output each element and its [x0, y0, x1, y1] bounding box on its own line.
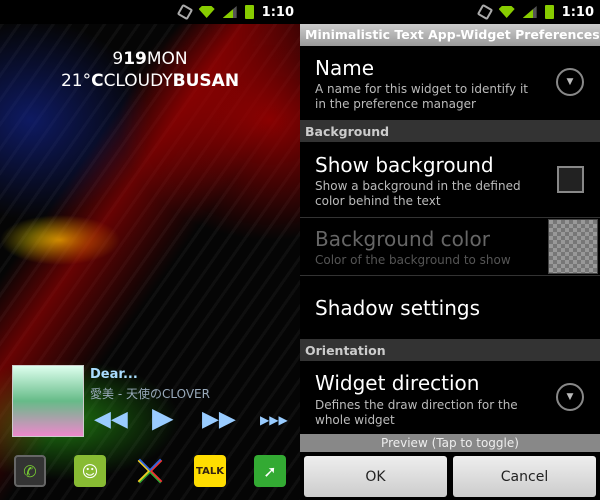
pref-summary: Defines the draw direction for the whole… — [315, 398, 518, 427]
date-line: 919MON — [112, 49, 188, 69]
category-background: Background — [300, 121, 600, 142]
status-time: 1:10 — [561, 4, 594, 20]
status-bar: 1:10 — [300, 0, 600, 24]
launcher-icon[interactable] — [127, 448, 172, 493]
song-title: Dear... — [90, 367, 138, 382]
pref-summary: A name for this widget to identify it in… — [315, 82, 528, 111]
phone-icon[interactable]: ✆ — [14, 455, 46, 487]
wifi-icon — [498, 6, 515, 18]
weather-line: 21°CCLOUDYBUSAN — [60, 71, 240, 91]
fast-forward-icon[interactable]: ▶▶ — [202, 407, 236, 432]
battery-icon — [544, 5, 554, 19]
dock: ✆ ☺ TALK ➚ — [0, 455, 300, 487]
color-swatch — [548, 219, 598, 274]
signal-icon — [522, 6, 537, 18]
preview-toggle[interactable]: Preview (Tap to toggle) — [300, 434, 600, 452]
dropdown-icon[interactable]: ▼ — [556, 68, 584, 96]
text-widget[interactable]: 919MON 21°CCLOUDYBUSAN — [0, 48, 300, 92]
vibrate-icon — [176, 3, 193, 21]
show-background-checkbox[interactable] — [557, 166, 584, 193]
battery-icon — [244, 5, 254, 19]
window-title: Minimalistic Text App-Widget Preferences — [300, 24, 600, 46]
pref-title: Shadow settings — [315, 296, 481, 320]
play-icon[interactable]: ▶ — [152, 401, 174, 434]
status-time: 1:10 — [261, 4, 294, 20]
album-art[interactable] — [12, 365, 84, 437]
wifi-icon — [198, 6, 215, 18]
pref-summary: Show a background in the defined color b… — [315, 179, 521, 208]
signal-icon — [222, 6, 237, 18]
vibrate-icon — [476, 3, 493, 21]
dropdown-icon[interactable]: ▼ — [556, 383, 584, 411]
messaging-icon[interactable]: ☺ — [74, 455, 106, 487]
pref-title: Background color — [315, 227, 490, 251]
ok-button[interactable]: OK — [304, 456, 447, 497]
pref-background-color: Background color Color of the background… — [300, 218, 600, 276]
pref-title: Widget direction — [315, 371, 480, 395]
cancel-button[interactable]: Cancel — [453, 456, 596, 497]
preferences-screen: 1:10 Minimalistic Text App-Widget Prefer… — [300, 0, 600, 500]
dolphin-browser-icon[interactable]: ➚ — [254, 455, 286, 487]
pref-show-background[interactable]: Show background Show a background in the… — [300, 142, 600, 218]
kakaotalk-icon[interactable]: TALK — [194, 455, 226, 487]
song-artist: 愛美 - 天使のCLOVER — [90, 387, 210, 401]
pref-name[interactable]: Name A name for this widget to identify … — [300, 46, 600, 121]
pref-summary: Color of the background to show — [315, 253, 511, 267]
home-screen: 1:10 919MON 21°CCLOUDYBUSAN Dear... 愛美 -… — [0, 0, 300, 500]
pref-shadow-settings[interactable]: Shadow settings — [300, 276, 600, 340]
music-widget: Dear... 愛美 - 天使のCLOVER ◀◀ ▶ ▶▶ ▶▶▶ — [12, 365, 297, 440]
pref-widget-direction[interactable]: Widget direction Defines the draw direct… — [300, 361, 600, 433]
rewind-icon[interactable]: ◀◀ — [94, 407, 128, 432]
pref-title: Name — [315, 56, 375, 80]
pref-title: Show background — [315, 153, 494, 177]
status-bar: 1:10 — [0, 0, 300, 24]
category-orientation: Orientation — [300, 340, 600, 361]
next-icon[interactable]: ▶▶▶ — [260, 413, 288, 427]
